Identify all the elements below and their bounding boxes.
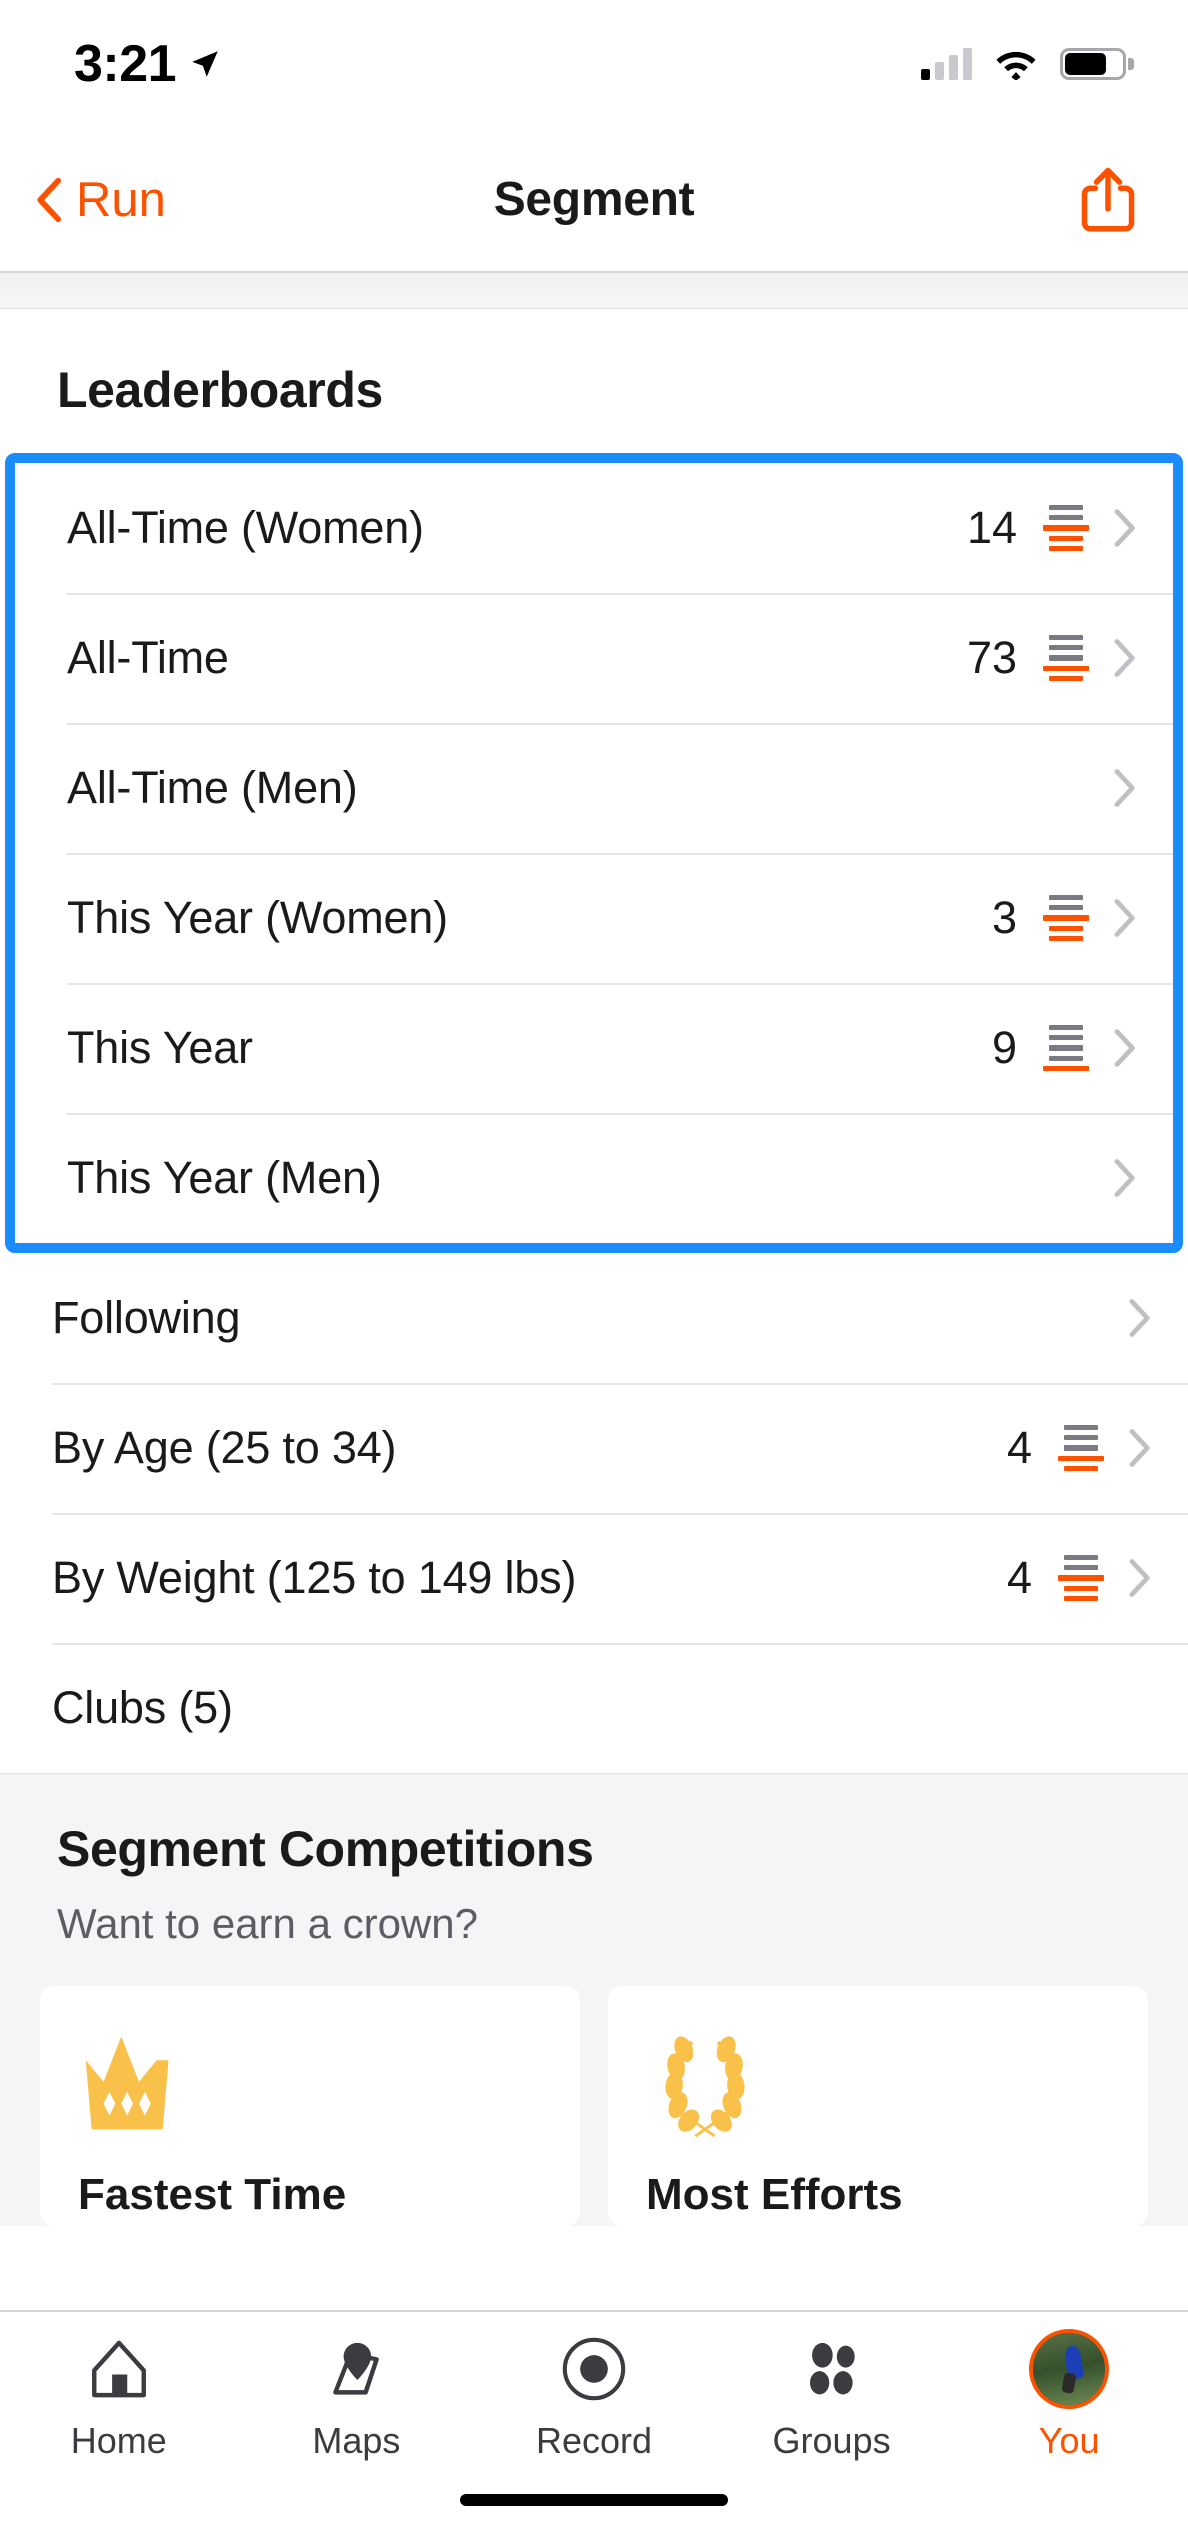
home-icon [86,2330,152,2408]
segment-competitions-subtitle: Want to earn a crown? [57,1900,478,1947]
chevron-right-icon [1114,769,1135,807]
leaderboard-row-label: This Year (Men) [67,1152,382,1203]
leaderboard-row-label: By Weight (125 to 149 lbs) [52,1552,577,1603]
record-circle-icon [559,2330,629,2408]
crown-icon [78,2030,542,2148]
back-button-label: Run [76,172,166,227]
rank-bars-icon [1043,895,1089,942]
leaderboard-row[interactable]: By Weight (125 to 149 lbs) 4 [0,1513,1188,1643]
status-bar-left: 3:21 [74,34,222,94]
status-bar: 3:21 [0,0,1188,128]
avatar [1029,2329,1110,2409]
competition-card-label: Most Efforts [646,2170,903,2219]
segment-competitions-title: Segment Competitions [57,1821,594,1877]
avatar-icon [1029,2329,1110,2409]
leaderboard-row[interactable]: Clubs (5) [0,1643,1188,1773]
competition-cards: Fastest Time Most Efforts [0,1948,1188,2226]
leaderboard-row-label: This Year (Women) [67,892,448,943]
chevron-left-icon [37,177,62,222]
chevron-right-icon [1114,899,1135,937]
app-screen: 3:21 Run Segment Leaderboards All-Time (… [0,0,1188,2532]
tab-record[interactable]: Record [475,2330,713,2462]
leaderboard-row-rank: 3 [991,892,1017,943]
tab-you[interactable]: You [950,2329,1188,2462]
tab-label: You [1038,2420,1100,2461]
wifi-icon [996,51,1036,80]
leaderboard-row[interactable]: Following [0,1253,1188,1383]
leaderboard-row-rank: 4 [1006,1552,1032,1603]
leaderboard-row[interactable]: This Year 9 [15,983,1173,1113]
cellular-signal-icon [921,48,972,80]
leaderboard-row-label: All-Time (Men) [67,762,358,813]
leaderboard-row-label: This Year [67,1022,253,1073]
leaderboard-row[interactable]: By Age (25 to 34) 4 [0,1383,1188,1513]
battery-icon [1060,48,1134,80]
status-bar-time: 3:21 [74,35,177,93]
leaderboard-row[interactable]: This Year (Women) 3 [15,853,1173,983]
chevron-right-icon [1114,1159,1135,1197]
share-icon[interactable] [1078,166,1138,234]
main-content: Leaderboards All-Time (Women) 14 All-Time 7… [0,309,1188,2310]
leaderboard-row-rank: 73 [966,632,1017,683]
home-indicator [460,2494,728,2506]
competition-card-fastest-time[interactable]: Fastest Time [40,1986,580,2226]
back-button[interactable]: Run [36,172,166,228]
leaderboards-heading: Leaderboards [57,362,383,418]
chevron-right-icon [1129,1429,1150,1467]
tab-label: Record [535,2420,653,2461]
leaderboard-row-rank: 14 [966,502,1017,553]
highlighted-leaderboard-group: All-Time (Women) 14 All-Time 73 All-Time (Me… [5,453,1183,1253]
leaderboard-group: Following By Age (25 to 34) 4 By Weight (12… [0,1253,1188,1773]
status-bar-right [921,48,1134,80]
leaderboard-row[interactable]: All-Time 73 [15,593,1173,723]
map-pin-icon [323,2330,389,2408]
page-title: Segment [493,173,695,226]
leaderboard-row-rank: 9 [991,1022,1017,1073]
tab-label: Groups [772,2420,891,2461]
tab-home[interactable]: Home [0,2330,238,2462]
tab-maps[interactable]: Maps [238,2330,476,2462]
leaderboard-row-label: Clubs (5) [52,1682,233,1733]
competition-card-label: Fastest Time [78,2170,347,2219]
tab-groups[interactable]: Groups [713,2330,951,2462]
leaderboard-row[interactable]: This Year (Men) [15,1113,1173,1243]
chevron-right-icon [1114,639,1135,677]
competition-card-most-efforts[interactable]: Most Efforts [608,1986,1148,2226]
chevron-right-icon [1114,509,1135,547]
tab-label: Home [70,2420,167,2461]
rank-bars-icon [1043,635,1089,682]
rank-bars-icon [1043,505,1089,552]
leaderboard-row[interactable]: All-Time (Men) [15,723,1173,853]
rank-bars-icon [1043,1025,1089,1072]
leaderboard-row-label: By Age (25 to 34) [52,1422,397,1473]
leaderboard-row-rank: 4 [1006,1422,1032,1473]
tab-label: Maps [312,2420,401,2461]
rank-bars-icon [1058,1555,1104,1602]
chevron-right-icon [1114,1029,1135,1067]
leaderboard-row-label: All-Time (Women) [67,502,424,553]
chevron-right-icon [1129,1559,1150,1597]
location-arrow-icon [192,51,218,77]
segment-competitions-section: Segment Competitions Want to earn a crow… [0,1773,1188,2226]
chevron-right-icon [1129,1299,1150,1337]
leaderboard-row-label: Following [52,1292,241,1343]
leaderboard-row[interactable]: All-Time (Women) 14 [15,463,1173,593]
rank-bars-icon [1058,1425,1104,1472]
groups-dots-icon [799,2330,865,2408]
scroll-gutter [0,273,1188,309]
navigation-bar: Run Segment [0,128,1188,273]
leaderboard-row-label: All-Time [67,632,229,683]
laurel-wreath-icon [646,2030,1110,2148]
